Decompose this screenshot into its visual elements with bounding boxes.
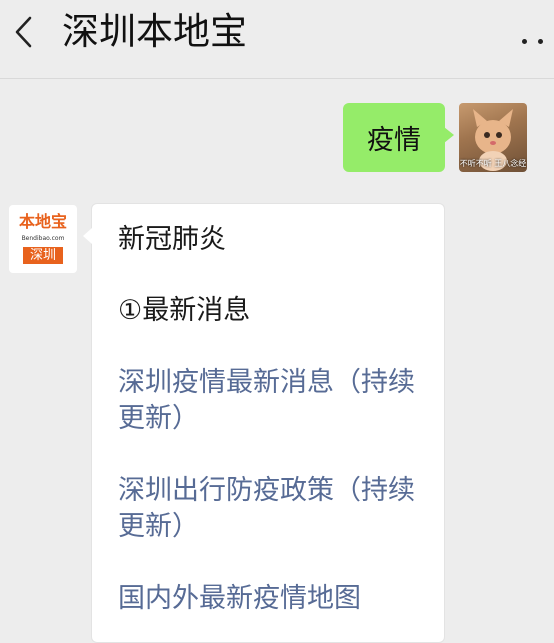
- back-button[interactable]: [8, 14, 44, 50]
- outgoing-message-bubble[interactable]: 疫情: [343, 103, 454, 172]
- brand-logo-text: 本地宝: [18, 212, 67, 231]
- bubble-tail: [444, 127, 454, 143]
- chat-title: 深圳本地宝: [62, 10, 247, 53]
- brand-avatar[interactable]: 本地宝 Bendibao.com 深圳: [9, 205, 77, 273]
- bubble-tail: [83, 228, 92, 244]
- message-heading: 新冠肺炎: [118, 224, 226, 255]
- more-dots-icon: [538, 39, 543, 44]
- message-section: ①最新消息: [118, 295, 251, 326]
- brand-url: Bendibao.com: [21, 235, 65, 242]
- link-shenzhen-travel-policy[interactable]: 深圳出行防疫政策（持续更新）: [118, 473, 436, 545]
- link-epidemic-map[interactable]: 国内外最新疫情地图: [118, 581, 436, 617]
- incoming-message-bubble: 新冠肺炎 ①最新消息 深圳疫情最新消息（持续更新） 深圳出行防疫政策（持续更新）…: [83, 203, 445, 643]
- more-button[interactable]: [520, 34, 548, 48]
- avatar-caption: 不听不听 王八念经: [459, 159, 527, 168]
- outgoing-message-text: 疫情: [367, 125, 421, 156]
- chat-header: 深圳本地宝: [0, 0, 554, 79]
- user-avatar[interactable]: 不听不听 王八念经: [459, 103, 527, 172]
- more-dots-icon: [522, 39, 527, 44]
- link-shenzhen-epidemic-news[interactable]: 深圳疫情最新消息（持续更新）: [118, 365, 436, 437]
- chevron-left-icon: [15, 16, 32, 48]
- brand-city-badge: 深圳: [23, 247, 63, 264]
